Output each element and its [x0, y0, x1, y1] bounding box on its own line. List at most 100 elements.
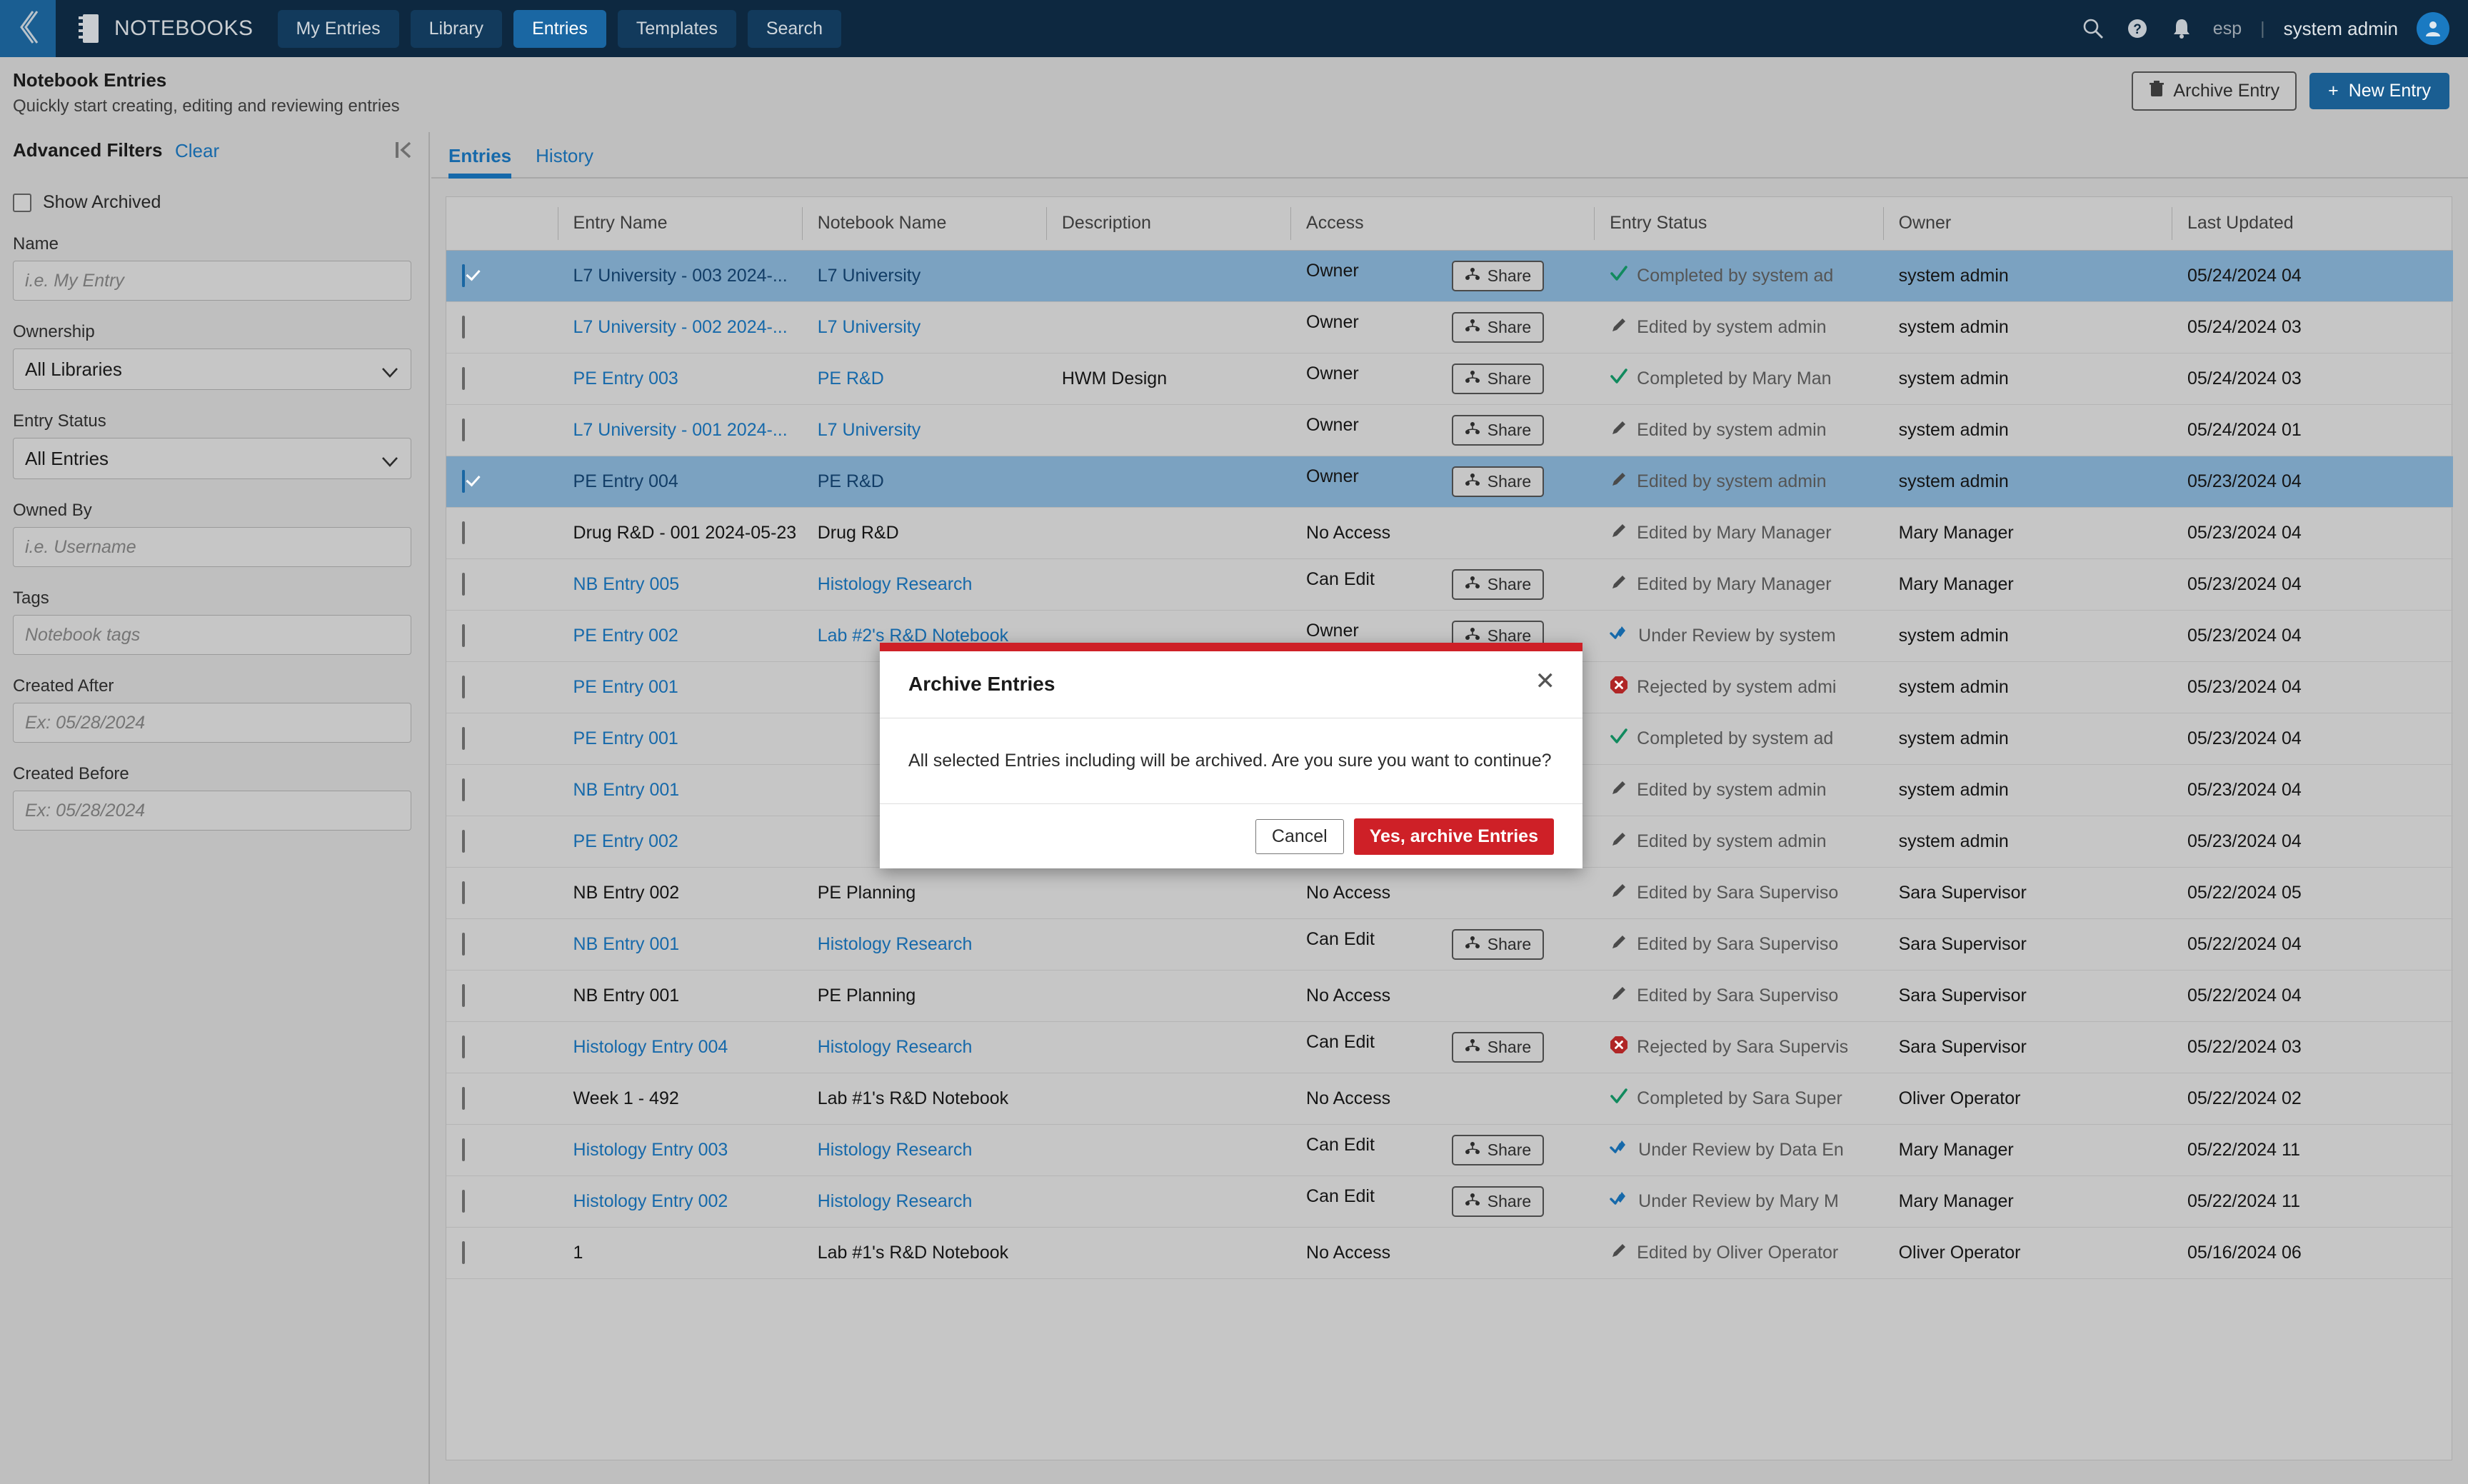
nav-tab-search[interactable]: Search [747, 9, 842, 48]
table-row[interactable]: PE Entry 004 PE R&D Owner Share Edited by sy… [446, 456, 2453, 508]
nav-tab-entries[interactable]: Entries [513, 9, 606, 48]
column-header-owner[interactable]: Owner [1882, 197, 2172, 251]
row-checkbox[interactable] [462, 983, 465, 1007]
notebook-name-link[interactable]: PE R&D [818, 369, 884, 388]
table-row[interactable]: NB Entry 005 Histology Research Can Edit Sh… [446, 558, 2453, 611]
tags-filter-input[interactable] [13, 615, 411, 655]
table-row[interactable]: Histology Entry 004 Histology Research Can… [446, 1021, 2453, 1073]
entry-name-link[interactable]: NB Entry 001 [573, 780, 680, 800]
avatar[interactable] [2417, 12, 2449, 45]
clear-filters-link[interactable]: Clear [175, 140, 219, 162]
table-row[interactable]: NB Entry 001 PE Planning No Access Edited b… [446, 970, 2453, 1022]
entry-name-link[interactable]: PE Entry 002 [573, 831, 678, 851]
row-checkbox[interactable] [462, 623, 465, 647]
row-checkbox[interactable] [462, 675, 465, 698]
table-row[interactable]: Histology Entry 002 Histology Research Can… [446, 1175, 2453, 1228]
share-button[interactable]: Share [1451, 414, 1545, 446]
table-row[interactable]: Week 1 - 492 Lab #1's R&D Notebook No Acce… [446, 1073, 2453, 1125]
row-checkbox[interactable] [462, 264, 465, 287]
table-row[interactable]: Histology Entry 003 Histology Research Can… [446, 1124, 2453, 1176]
archive-entry-button[interactable]: Archive Entry [2132, 71, 2297, 111]
show-archived-row[interactable]: Show Archived [0, 179, 428, 213]
table-row[interactable]: L7 University - 003 2024-... L7 Universit… [446, 250, 2453, 302]
table-row[interactable]: 1 Lab #1's R&D Notebook No Access Edited by… [446, 1227, 2453, 1279]
notebook-name-link[interactable]: Histology Research [818, 1140, 973, 1160]
tab-history[interactable]: History [536, 145, 593, 177]
entry-name-link[interactable]: Histology Entry 003 [573, 1140, 728, 1160]
collapse-panel-icon[interactable] [393, 138, 414, 166]
column-header-description[interactable]: Description [1045, 197, 1291, 251]
notebook-name-link[interactable]: PE R&D [818, 471, 884, 491]
table-row[interactable]: L7 University - 002 2024-... L7 Universit… [446, 301, 2453, 354]
notebook-name-link[interactable]: Histology Research [818, 574, 973, 594]
owned-by-filter-input[interactable] [13, 527, 411, 567]
column-header-entry-status[interactable]: Entry Status [1594, 197, 1883, 251]
entry-name-link[interactable]: PE Entry 002 [573, 626, 678, 646]
entry-name-link[interactable]: PE Entry 003 [573, 369, 678, 388]
row-checkbox[interactable] [462, 932, 465, 956]
show-archived-checkbox[interactable] [13, 193, 31, 212]
column-header-entry-name[interactable]: Entry Name [557, 197, 802, 251]
row-checkbox[interactable] [462, 726, 465, 750]
share-button[interactable]: Share [1451, 363, 1545, 394]
column-header-access[interactable]: Access [1290, 197, 1595, 251]
share-button[interactable]: Share [1451, 1031, 1545, 1063]
share-button[interactable]: Share [1451, 1134, 1545, 1165]
close-icon[interactable]: ✕ [1535, 669, 1556, 693]
row-checkbox[interactable] [462, 778, 465, 801]
entry-name-link[interactable]: PE Entry 001 [573, 677, 678, 697]
help-icon[interactable]: ? [2125, 16, 2150, 41]
confirm-archive-button[interactable]: Yes, archive Entries [1353, 818, 1554, 855]
new-entry-button[interactable]: + New Entry [2309, 73, 2449, 109]
row-checkbox[interactable] [462, 1086, 465, 1110]
created-after-filter-input[interactable] [13, 703, 411, 743]
nav-tab-templates[interactable]: Templates [617, 9, 736, 48]
nav-tab-my-entries[interactable]: My Entries [277, 9, 399, 48]
table-row[interactable]: NB Entry 001 Histology Research Can Edit Sh… [446, 918, 2453, 971]
row-checkbox[interactable] [462, 521, 465, 544]
column-header-notebook-name[interactable]: Notebook Name [801, 197, 1046, 251]
table-row[interactable]: Drug R&D - 001 2024-05-23 Drug R&D No Acce… [446, 507, 2453, 559]
notebook-name-link[interactable]: L7 University [818, 317, 921, 337]
entry-name-link[interactable]: L7 University - 002 2024-... [573, 317, 788, 337]
share-button[interactable]: Share [1451, 928, 1545, 960]
entry-name-link[interactable]: NB Entry 005 [573, 574, 680, 594]
entry-name-link[interactable]: Histology Entry 004 [573, 1037, 728, 1057]
search-icon[interactable] [2080, 16, 2106, 41]
cancel-button[interactable]: Cancel [1255, 818, 1344, 854]
notebook-name-link[interactable]: Histology Research [818, 1037, 973, 1057]
row-checkbox[interactable] [462, 572, 465, 596]
notebook-name-link[interactable]: L7 University [818, 420, 921, 440]
notebook-name-link[interactable]: Histology Research [818, 1191, 973, 1211]
entry-name-link[interactable]: L7 University - 001 2024-... [573, 420, 788, 440]
notebook-name-link[interactable]: L7 University [818, 266, 921, 286]
entry-name-link[interactable]: Histology Entry 002 [573, 1191, 728, 1211]
back-button[interactable] [0, 0, 56, 57]
row-checkbox[interactable] [462, 829, 465, 853]
share-button[interactable]: Share [1451, 1185, 1545, 1217]
entry-name-link[interactable]: PE Entry 001 [573, 728, 678, 748]
table-row[interactable]: PE Entry 003 PE R&D HWM Design Owner Share Co… [446, 353, 2453, 405]
share-button[interactable]: Share [1451, 568, 1545, 600]
entry-status-filter-select[interactable]: All Entries [13, 438, 411, 479]
user-name-label[interactable]: system admin [2284, 18, 2398, 40]
notifications-icon[interactable] [2169, 16, 2194, 41]
created-before-filter-input[interactable] [13, 791, 411, 831]
notebook-name-link[interactable]: Histology Research [818, 934, 973, 954]
table-row[interactable]: L7 University - 001 2024-... L7 Universit… [446, 404, 2453, 456]
name-filter-input[interactable] [13, 261, 411, 301]
row-checkbox[interactable] [462, 881, 465, 904]
row-checkbox[interactable] [462, 1035, 465, 1058]
row-checkbox[interactable] [462, 418, 465, 441]
share-button[interactable]: Share [1451, 311, 1545, 343]
column-header-last-updated[interactable]: Last Updated [2171, 197, 2453, 251]
nav-tab-library[interactable]: Library [410, 9, 503, 48]
row-checkbox[interactable] [462, 469, 465, 493]
share-button[interactable]: Share [1451, 466, 1545, 497]
entry-name-link[interactable]: NB Entry 001 [573, 934, 680, 954]
row-checkbox[interactable] [462, 315, 465, 339]
row-checkbox[interactable] [462, 1189, 465, 1213]
tab-entries[interactable]: Entries [448, 145, 512, 179]
table-row[interactable]: NB Entry 002 PE Planning No Access Edited b… [446, 867, 2453, 919]
share-button[interactable]: Share [1451, 260, 1545, 291]
